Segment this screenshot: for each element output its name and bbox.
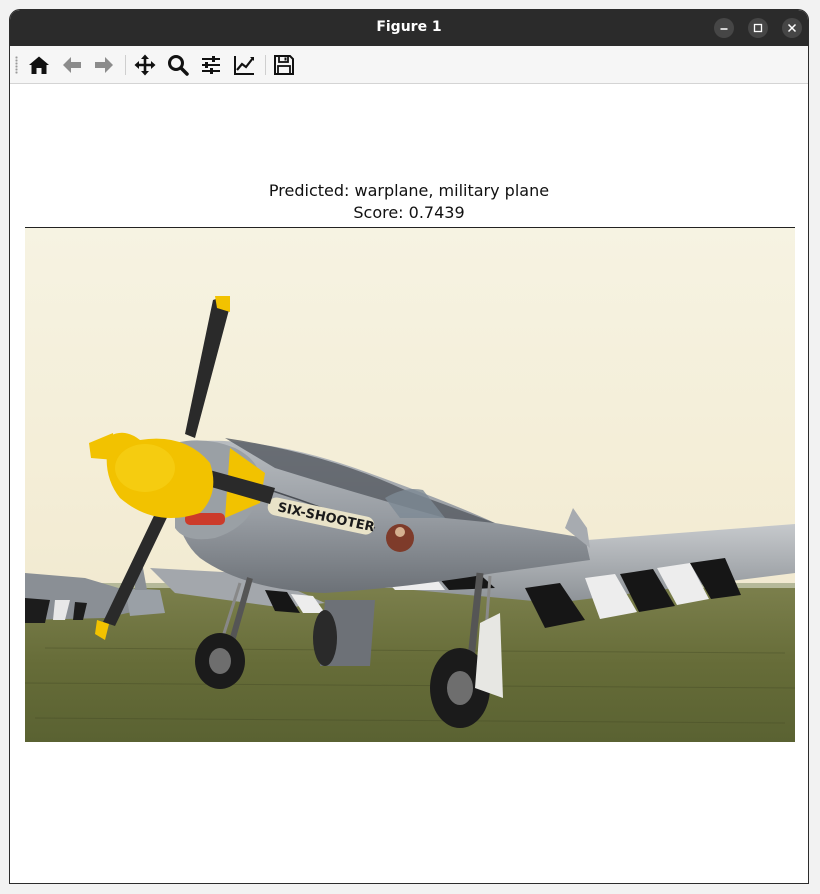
back-button[interactable] — [60, 53, 84, 77]
zoom-magnifier-icon — [168, 55, 189, 76]
edit-axes-lines-icon — [234, 56, 254, 75]
minimize-button[interactable] — [714, 18, 734, 38]
forward-button[interactable] — [92, 53, 116, 77]
prediction-label: Predicted: warplane, military plane — [268, 181, 550, 200]
figure-canvas[interactable]: Predicted: warplane, military plane Scor… — [10, 84, 808, 883]
maximize-icon — [753, 23, 763, 33]
toolbar-separator — [125, 55, 126, 75]
configure-subplots-button[interactable] — [199, 53, 223, 77]
back-arrow-icon — [63, 57, 81, 73]
toolbar-grip[interactable] — [15, 56, 18, 74]
toolbar-separator — [265, 55, 266, 75]
zoom-button[interactable] — [166, 53, 190, 77]
save-floppy-icon — [274, 55, 294, 75]
pan-move-icon — [134, 54, 156, 76]
aircraft-photo: SIX-SHOOTER — [25, 228, 795, 742]
save-button[interactable] — [272, 53, 296, 77]
pan-button[interactable] — [133, 53, 157, 77]
figure-window: Figure 1 Predicted: warplane, military p… — [9, 9, 809, 884]
title-bar: Figure 1 — [10, 10, 808, 46]
home-icon — [29, 56, 49, 74]
configure-subplots-icon — [202, 56, 220, 74]
score-label: Score: 0.7439 — [353, 203, 465, 222]
maximize-button[interactable] — [748, 18, 768, 38]
image-axes[interactable]: SIX-SHOOTER — [25, 227, 795, 742]
home-button[interactable] — [27, 53, 51, 77]
window-title: Figure 1 — [376, 19, 442, 35]
forward-arrow-icon — [95, 57, 113, 73]
navigation-toolbar — [10, 46, 808, 84]
close-button[interactable] — [782, 18, 802, 38]
edit-axes-button[interactable] — [232, 53, 256, 77]
close-icon — [787, 23, 797, 33]
minimize-icon — [720, 28, 728, 30]
